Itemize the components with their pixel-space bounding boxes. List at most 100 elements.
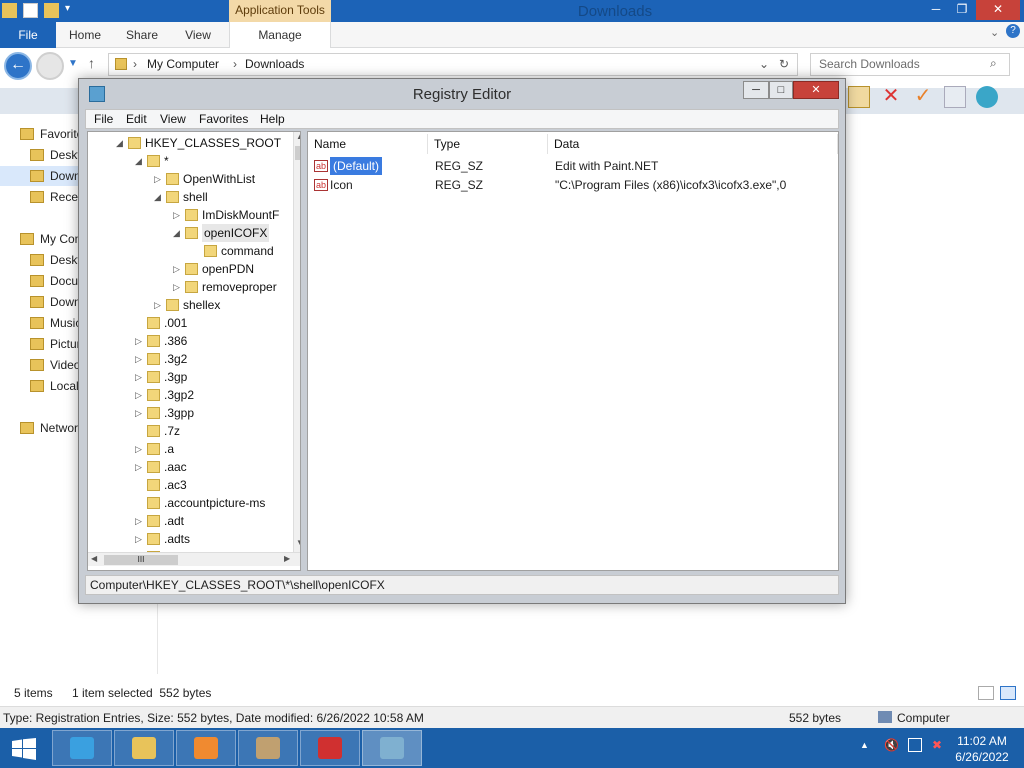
details-view-icon[interactable] [978,686,994,700]
tree-node[interactable]: ▷ .3gp2 [135,386,194,404]
expand-arrow-icon[interactable]: ▷ [135,404,143,422]
tree-node[interactable]: ▷ .3gp [135,368,187,386]
tree-node[interactable]: ▷ OpenWithList [154,170,255,188]
tree-node[interactable]: ▷ shellex [154,296,220,314]
forward-button[interactable] [36,52,64,80]
breadcrumb-my-computer[interactable]: My Computer [147,54,219,75]
registry-tree[interactable]: ◢ HKEY_CLASSES_ROOT ◢ * ▷ OpenWithList ◢ shell ▷… [87,131,301,571]
expand-arrow-icon[interactable]: ▷ [154,296,162,314]
taskbar-button[interactable] [362,730,422,766]
column-name[interactable]: Name [308,134,428,154]
tree-node[interactable]: ▷ removeproper [173,278,277,296]
delete-icon[interactable]: ✕ [880,86,902,108]
close-button[interactable]: ✕ [793,81,839,99]
clipboard-icon[interactable] [848,86,870,108]
value-row[interactable]: ab (Default) REG_SZ Edit with Paint.NET [308,157,838,175]
vertical-scrollbar[interactable]: ▲ ▼ [293,132,300,552]
expand-arrow-icon[interactable]: ▷ [135,332,143,350]
search-input[interactable]: Search Downloads [810,53,1010,76]
tab-file[interactable]: File [0,22,56,48]
scroll-thumb[interactable]: III [104,555,178,565]
expand-arrow-icon[interactable]: ▷ [135,350,143,368]
expand-arrow-icon[interactable]: ▷ [135,512,143,530]
tree-node[interactable]: .7z [135,422,180,440]
rename-icon[interactable] [944,86,966,108]
volume-muted-icon[interactable]: 🔇 [884,738,899,752]
expand-arrow-icon[interactable]: ▷ [173,260,181,278]
taskbar-button[interactable] [300,730,360,766]
scroll-thumb[interactable] [295,146,300,160]
tree-node[interactable]: command [192,242,274,260]
search-icon[interactable]: ⌕ [990,56,997,71]
taskbar-button[interactable] [238,730,298,766]
values-list[interactable]: Name Type Data ab (Default) REG_SZ Edit wit… [307,131,839,571]
value-row[interactable]: ab Icon REG_SZ "C:\Program Files (x86)\icof… [308,176,838,194]
tree-node[interactable]: ▷ openPDN [173,260,254,278]
tree-node[interactable]: ▷ .3gpp [135,404,194,422]
large-icons-view-icon[interactable] [1000,686,1016,700]
breadcrumb-downloads[interactable]: Downloads [245,54,304,75]
taskbar-button[interactable] [114,730,174,766]
tab-view[interactable]: View [176,22,220,48]
expand-arrow-icon[interactable]: ▷ [135,386,143,404]
close-button[interactable]: ✕ [976,0,1020,20]
expand-arrow-icon[interactable]: ▷ [135,440,143,458]
tree-node[interactable]: ◢ openICOFX [173,224,270,242]
scroll-down-icon[interactable]: ▼ [296,538,300,547]
show-hidden-icons-icon[interactable]: ▲ [860,740,869,750]
help-icon[interactable]: ? [1006,24,1020,38]
tree-node[interactable]: ◢ shell [154,188,208,206]
maximize-button[interactable]: □ [769,81,793,99]
collapse-arrow-icon[interactable]: ◢ [173,224,181,242]
globe-icon[interactable] [976,86,998,108]
tree-node[interactable]: .ac3 [135,476,187,494]
tree-node[interactable]: ◢ HKEY_CLASSES_ROOT [116,134,281,152]
clock[interactable]: 11:02 AM 6/26/2022 [945,733,1019,765]
action-center-icon[interactable]: ✖ [932,738,942,752]
checkmark-icon[interactable]: ✓ [912,86,934,108]
tree-node[interactable]: ▷ .adt [135,512,184,530]
address-bar[interactable]: › My Computer › Downloads ⌄ ↻ [108,53,798,76]
menu-favorites[interactable]: Favorites [199,112,248,126]
regedit-titlebar[interactable]: Registry Editor ─ □ ✕ [79,79,845,109]
tree-node[interactable]: .001 [135,314,187,332]
collapse-arrow-icon[interactable]: ◢ [135,152,143,170]
expand-arrow-icon[interactable]: ▷ [154,170,162,188]
collapse-arrow-icon[interactable]: ◢ [116,134,124,152]
tree-node[interactable]: ▷ .aac [135,458,187,476]
column-data[interactable]: Data [548,134,838,154]
minimize-button[interactable]: ─ [922,0,950,20]
tree-node[interactable]: ▷ ImDiskMountF [173,206,279,224]
sidebar-item-music[interactable]: Music [30,313,81,333]
scroll-up-icon[interactable]: ▲ [296,132,300,141]
back-button[interactable]: ← [4,52,32,80]
sidebar-item-network[interactable]: Network [20,418,84,438]
tree-node[interactable]: ▷ .adts [135,530,190,548]
expand-arrow-icon[interactable]: ▷ [173,278,181,296]
address-dropdown-icon[interactable]: ⌄ [759,54,769,75]
tab-home[interactable]: Home [62,22,108,48]
up-arrow-icon[interactable]: ↑ [88,55,95,71]
taskbar-button[interactable] [52,730,112,766]
taskbar-button[interactable] [176,730,236,766]
tab-share[interactable]: Share [118,22,166,48]
tab-manage[interactable]: Manage [229,22,331,48]
tree-node[interactable]: ▷ .386 [135,332,187,350]
maximize-button[interactable]: ❐ [948,0,976,20]
scroll-right-icon[interactable]: ▶ [284,554,290,563]
menu-view[interactable]: View [160,112,186,126]
refresh-icon[interactable]: ↻ [779,54,789,75]
tree-node[interactable]: ▷ .a [135,440,174,458]
expand-arrow-icon[interactable]: ▷ [173,206,181,224]
column-type[interactable]: Type [428,134,548,154]
scroll-left-icon[interactable]: ◀ [91,554,97,563]
expand-ribbon-icon[interactable]: ⌄ [990,26,999,39]
menu-edit[interactable]: Edit [126,112,147,126]
expand-arrow-icon[interactable]: ▷ [135,368,143,386]
menu-help[interactable]: Help [260,112,285,126]
menu-file[interactable]: File [94,112,113,126]
network-icon[interactable] [908,738,922,752]
expand-arrow-icon[interactable]: ▷ [135,530,143,548]
start-windows-icon[interactable] [12,738,36,760]
horizontal-scrollbar[interactable]: ◀ III ▶ [88,552,300,566]
